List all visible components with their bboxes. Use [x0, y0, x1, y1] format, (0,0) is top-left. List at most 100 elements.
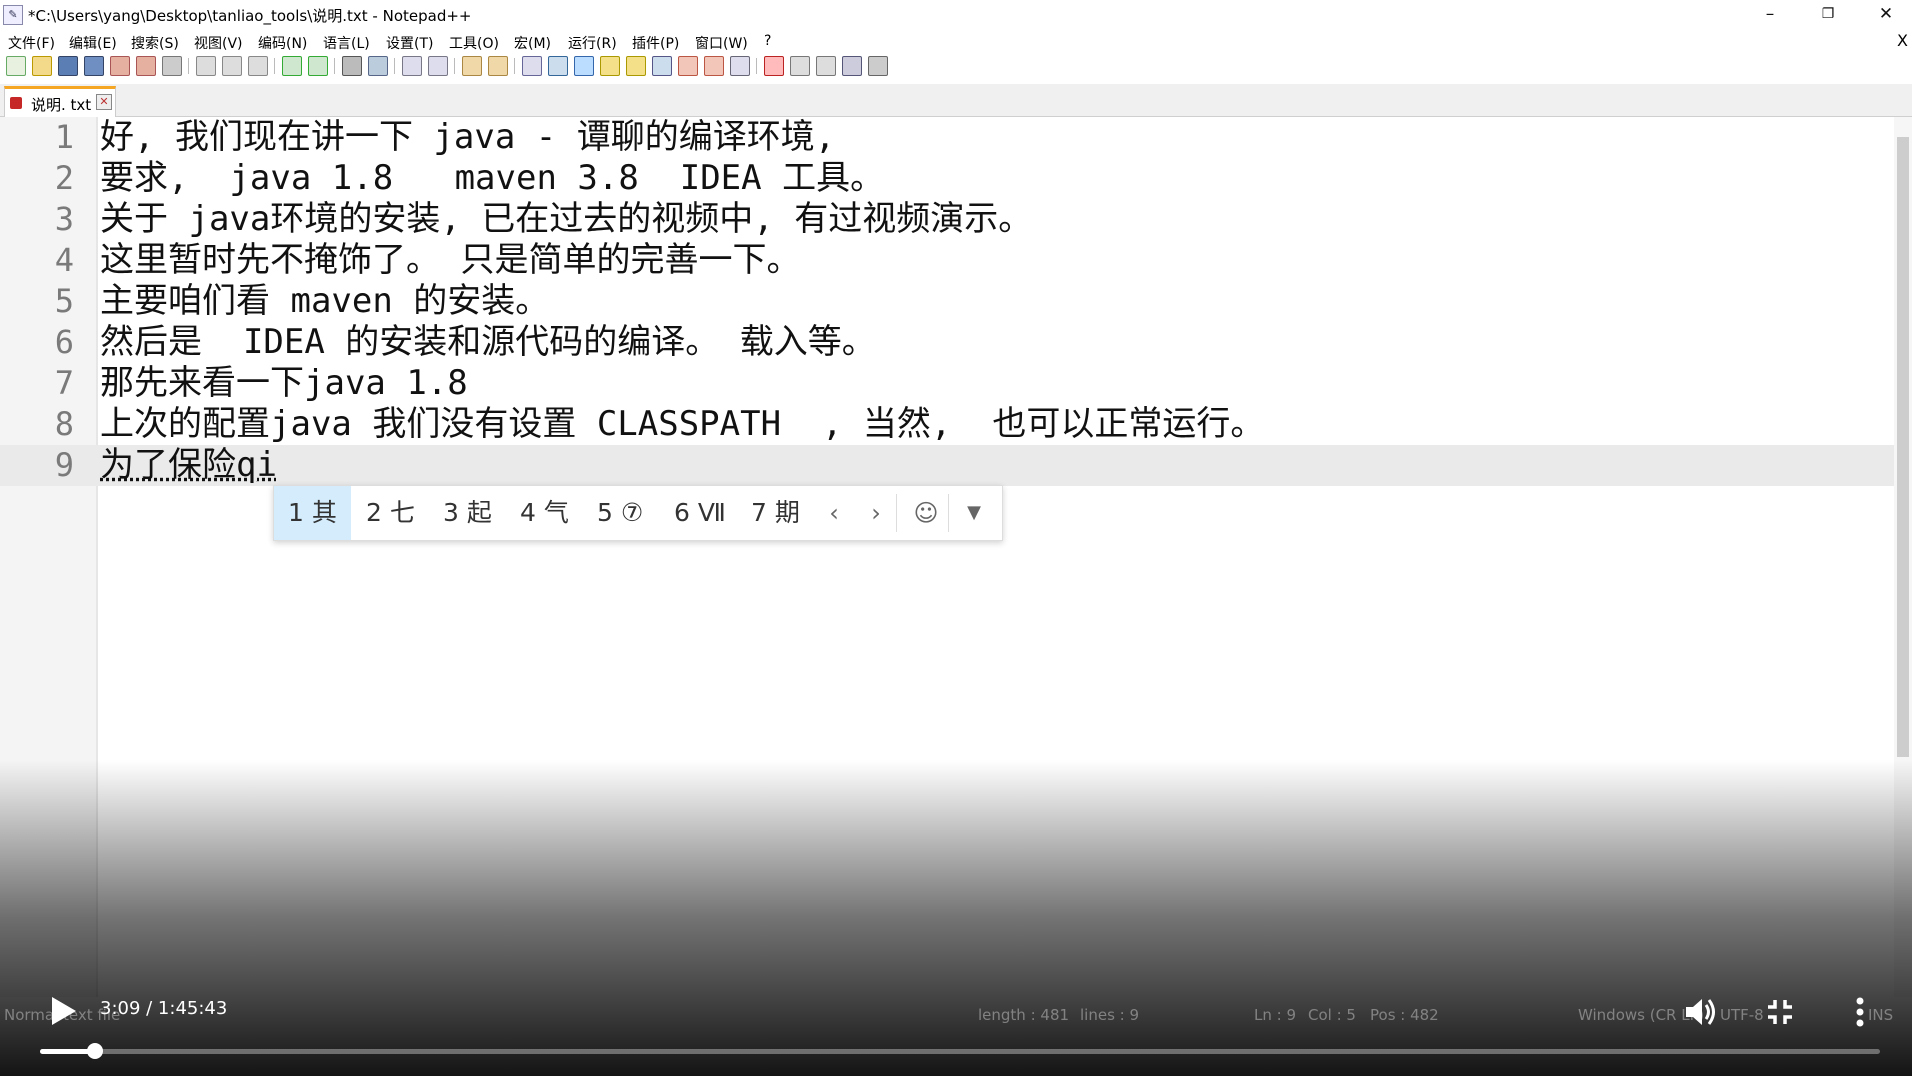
- undo-icon[interactable]: [282, 56, 302, 76]
- word-wrap-icon[interactable]: [522, 56, 542, 76]
- sync-horizontal-icon[interactable]: [488, 56, 508, 76]
- menu-tools[interactable]: 工具(O): [449, 33, 499, 53]
- more-options-icon[interactable]: [1840, 992, 1880, 1032]
- toolbar-separator: [394, 58, 395, 74]
- status-col: Col : 5: [1308, 1006, 1356, 1024]
- close-document-button[interactable]: X: [1897, 31, 1908, 50]
- menu-settings[interactable]: 设置(T): [386, 33, 433, 53]
- indent-guide-icon[interactable]: [574, 56, 594, 76]
- ime-prev-page-icon[interactable]: ‹: [814, 486, 854, 540]
- paste-icon[interactable]: [248, 56, 268, 76]
- menu-view[interactable]: 视图(V): [194, 33, 243, 53]
- menu-search[interactable]: 搜索(S): [131, 33, 179, 53]
- menu-macro[interactable]: 宏(M): [514, 33, 551, 53]
- editor-line[interactable]: 2 要求, java 1.8 maven 3.8 IDEA 工具。: [0, 158, 1896, 199]
- show-all-chars-icon[interactable]: [548, 56, 568, 76]
- window-title: *C:\Users\yang\Desktop\tanliao_tools\说明.…: [28, 7, 472, 25]
- toolbar-separator: [188, 58, 189, 74]
- editor-line[interactable]: 1 好, 我们现在讲一下 java - 谭聊的编译环境,: [0, 117, 1896, 158]
- status-lines: lines : 9: [1080, 1006, 1140, 1024]
- status-ln: Ln : 9: [1254, 1006, 1296, 1024]
- cut-icon[interactable]: [196, 56, 216, 76]
- tab-shuoming[interactable]: 说明. txt ✕: [4, 86, 116, 118]
- line-text: 好, 我们现在讲一下 java - 谭聊的编译环境,: [100, 117, 836, 157]
- ime-candidate-2[interactable]: 2 七: [352, 486, 429, 540]
- function-list-icon[interactable]: [652, 56, 672, 76]
- save-all-icon[interactable]: [84, 56, 104, 76]
- ime-expand-icon[interactable]: ▼: [954, 486, 994, 540]
- menu-edit[interactable]: 编辑(E): [69, 33, 117, 53]
- monitoring-icon[interactable]: [730, 56, 750, 76]
- copy-icon[interactable]: [222, 56, 242, 76]
- ime-candidate-3[interactable]: 3 起: [429, 486, 506, 540]
- tab-bar: 说明. txt ✕: [0, 84, 1912, 118]
- menu-encoding[interactable]: 编码(N): [258, 33, 307, 53]
- video-progress-bar[interactable]: [40, 1043, 1880, 1059]
- menu-file[interactable]: 文件(F): [8, 33, 55, 53]
- title-bar: ✎ *C:\Users\yang\Desktop\tanliao_tools\说…: [0, 0, 1912, 30]
- play-macro-icon[interactable]: [816, 56, 836, 76]
- notepad-app-icon: ✎: [3, 5, 23, 25]
- new-file-icon[interactable]: [6, 56, 26, 76]
- editor-line-current[interactable]: 9 为了保险qi: [0, 445, 1896, 486]
- redo-icon[interactable]: [308, 56, 328, 76]
- line-number: 2: [54, 159, 74, 197]
- ime-candidate-7[interactable]: 7 期: [737, 486, 814, 540]
- minimize-button[interactable]: –: [1742, 0, 1798, 30]
- menu-bar: 文件(F) 编辑(E) 搜索(S) 视图(V) 编码(N) 语言(L) 设置(T…: [0, 31, 1912, 53]
- run-macro-multiple-icon[interactable]: [842, 56, 862, 76]
- line-number: 6: [54, 323, 74, 361]
- replace-icon[interactable]: [368, 56, 388, 76]
- status-pos: Pos : 482: [1370, 1006, 1439, 1024]
- scrollbar-thumb[interactable]: [1897, 137, 1909, 757]
- record-macro-icon[interactable]: [764, 56, 784, 76]
- restore-button[interactable]: ❐: [1800, 0, 1856, 30]
- line-number: 1: [54, 118, 74, 156]
- save-macro-icon[interactable]: [868, 56, 888, 76]
- sync-vertical-icon[interactable]: [462, 56, 482, 76]
- menu-run[interactable]: 运行(R): [568, 33, 617, 53]
- menu-plugins[interactable]: 插件(P): [632, 33, 679, 53]
- toolbar-separator: [454, 58, 455, 74]
- ime-candidate-4[interactable]: 4 气: [506, 486, 583, 540]
- line-text: 为了保险qi: [100, 445, 277, 485]
- tab-label: 说明. txt: [31, 96, 92, 114]
- save-icon[interactable]: [58, 56, 78, 76]
- menu-help[interactable]: ?: [764, 33, 771, 49]
- doc-list-icon[interactable]: [704, 56, 724, 76]
- user-lang-icon[interactable]: [600, 56, 620, 76]
- editor-line[interactable]: 6 然后是 IDEA 的安装和源代码的编译。 载入等。: [0, 322, 1896, 363]
- ime-emoji-icon[interactable]: ☺: [906, 486, 946, 540]
- ime-candidate-1[interactable]: 1 其: [274, 486, 351, 540]
- ime-next-page-icon[interactable]: ›: [856, 486, 896, 540]
- unsaved-icon: [10, 97, 22, 109]
- zoom-in-icon[interactable]: [402, 56, 422, 76]
- editor-line[interactable]: 8 上次的配置java 我们没有设置 CLASSPATH , 当然, 也可以正常…: [0, 404, 1896, 445]
- editor-line[interactable]: 4 这里暂时先不掩饰了。 只是简单的完善一下。: [0, 240, 1896, 281]
- line-text: 主要咱们看 maven 的安装。: [100, 281, 550, 321]
- zoom-out-icon[interactable]: [428, 56, 448, 76]
- ime-candidate-6[interactable]: 6 Ⅶ: [660, 486, 740, 540]
- editor-line[interactable]: 7 那先来看一下java 1.8: [0, 363, 1896, 404]
- exit-fullscreen-icon[interactable]: [1760, 992, 1800, 1032]
- editor-line[interactable]: 3 关于 java环境的安装, 已在过去的视频中, 有过视频演示。: [0, 199, 1896, 240]
- doc-map-icon[interactable]: [626, 56, 646, 76]
- menu-window[interactable]: 窗口(W): [695, 33, 748, 53]
- folder-workspace-icon[interactable]: [678, 56, 698, 76]
- line-text: 然后是 IDEA 的安装和源代码的编译。 载入等。: [100, 322, 876, 362]
- close-all-icon[interactable]: [136, 56, 156, 76]
- ime-candidate-5[interactable]: 5 ⑦: [583, 486, 657, 540]
- progress-handle[interactable]: [86, 1043, 103, 1059]
- play-icon[interactable]: [44, 993, 80, 1029]
- close-window-button[interactable]: ✕: [1858, 0, 1912, 30]
- menu-language[interactable]: 语言(L): [323, 33, 370, 53]
- editor-line[interactable]: 5 主要咱们看 maven 的安装。: [0, 281, 1896, 322]
- open-file-icon[interactable]: [32, 56, 52, 76]
- volume-icon[interactable]: [1680, 992, 1720, 1032]
- find-icon[interactable]: [342, 56, 362, 76]
- stop-macro-icon[interactable]: [790, 56, 810, 76]
- toolbar-separator: [274, 58, 275, 74]
- close-file-icon[interactable]: [110, 56, 130, 76]
- print-icon[interactable]: [162, 56, 182, 76]
- tab-close-icon[interactable]: ✕: [96, 94, 112, 110]
